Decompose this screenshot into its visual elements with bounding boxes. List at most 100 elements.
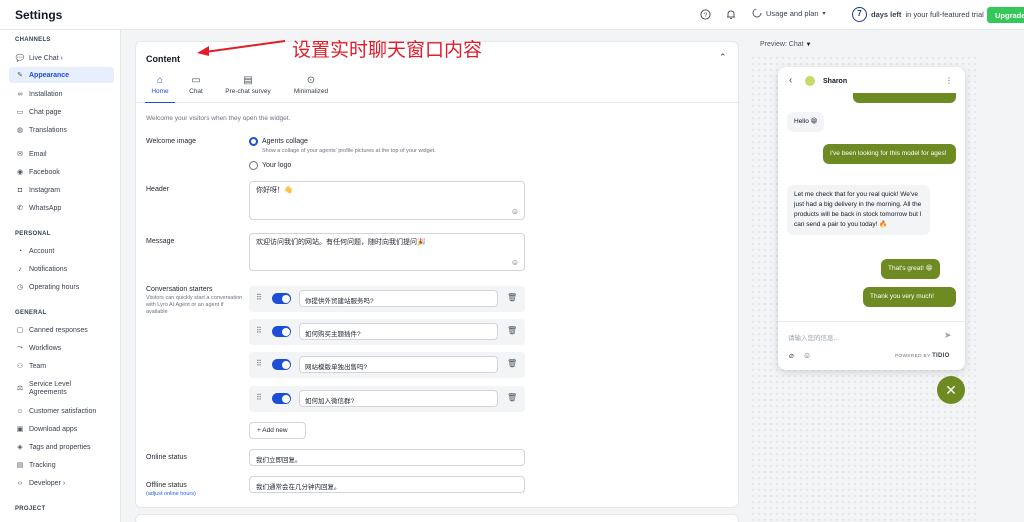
starter-toggle[interactable] (272, 359, 291, 370)
drag-handle-icon[interactable]: ⠿ (256, 293, 262, 302)
tab-chat[interactable]: ▭ Chat (183, 72, 209, 103)
sidebar-item-notifications[interactable]: ♪ Notifications (9, 261, 114, 277)
sidebar-item-account[interactable]: ◔ Account (9, 243, 114, 259)
sidebar-item-facebook[interactable]: ◉ Facebook (9, 164, 114, 180)
emoji-icon[interactable]: ☺ (511, 207, 519, 216)
globe-icon: ◍ (16, 127, 24, 134)
whatsapp-icon: ✆ (17, 205, 23, 212)
starter-input[interactable]: 如何购买主题插件? (299, 323, 498, 340)
sidebar-item-instagram[interactable]: ◘ Instagram (9, 182, 114, 198)
sidebar-section-general: GENERAL (15, 310, 47, 316)
message-value: 欢迎访问我们的网站。有任何问题，随时向我们提问🎉 (256, 239, 426, 246)
annotation-text: 设置实时聊天窗口内容 (292, 39, 483, 61)
sidebar-item-live-chat[interactable]: 💬 Live Chat › (9, 50, 114, 66)
tab-home[interactable]: ⌂ Home (145, 72, 175, 103)
radio-unchecked-icon (249, 161, 258, 170)
add-new-button[interactable]: + Add new (249, 422, 306, 439)
gauge-icon (752, 8, 762, 18)
sidebar-item-label: Operating hours (29, 283, 80, 291)
trash-icon[interactable]: 🗑 (507, 393, 517, 402)
sidebar-item-chat-page[interactable]: ▭ Chat page (9, 104, 114, 120)
starter-row: ⠿ 网站模版单独出售吗? 🗑 (249, 352, 525, 378)
next-panel (135, 514, 739, 522)
sidebar-item-customer-satisfaction[interactable]: ☺ Customer satisfaction (9, 403, 114, 419)
drag-handle-icon[interactable]: ⠿ (256, 326, 262, 335)
starter-toggle[interactable] (272, 326, 291, 337)
starter-row: ⠿ 如何购买主题插件? 🗑 (249, 319, 525, 345)
facebook-icon: ◉ (16, 169, 24, 176)
drag-handle-icon[interactable]: ⠿ (256, 393, 262, 402)
chat-message-visitor: I've been looking for this model for age… (823, 144, 956, 164)
sidebar-item-sla[interactable]: ⚖ Service Level Agreements (9, 379, 114, 399)
sla-icon: ⚖ (16, 385, 24, 392)
sidebar-item-label: Service Level Agreements (29, 381, 72, 396)
sidebar-item-label: Installation (29, 90, 63, 98)
offline-status-label: Offline status (146, 482, 187, 489)
trial-days-text: days left (871, 10, 902, 19)
preview-selector[interactable]: Preview: Chat ▼ (760, 41, 811, 48)
starter-toggle[interactable] (272, 293, 291, 304)
chat-icon: 💬 (15, 55, 25, 62)
starter-input[interactable]: 如何加入微信群? (299, 390, 498, 407)
back-arrow-icon[interactable]: ‹ (789, 75, 792, 86)
sidebar-item-whatsapp[interactable]: ✆ WhatsApp (9, 200, 114, 216)
avatar (805, 76, 815, 86)
more-options-icon[interactable]: ⋮ (945, 76, 953, 85)
top-bar: Settings ? Usage and plan ▾ 7 days left … (0, 0, 1024, 30)
sidebar-item-developer[interactable]: ‹› Developer › (9, 475, 114, 491)
sidebar-item-operating-hours[interactable]: ◷ Operating hours (9, 279, 114, 295)
sidebar-item-workflows[interactable]: ⤳ Workflows (9, 340, 114, 356)
tag-icon: ◈ (17, 444, 23, 451)
sidebar-item-label: Canned responses (29, 326, 88, 334)
sidebar-item-translations[interactable]: ◍ Translations (9, 122, 114, 138)
link-icon: ∞ (17, 90, 23, 98)
tracking-icon: ▤ (16, 462, 24, 469)
offline-status-input[interactable]: 我们通常会在几分钟内回复。 (249, 476, 525, 493)
bell-icon[interactable] (725, 9, 737, 21)
trash-icon[interactable]: 🗑 (507, 326, 517, 335)
upgrade-button[interactable]: Upgrade (987, 7, 1024, 23)
tab-pre-chat-survey[interactable]: ▤ Pre-chat survey (220, 72, 276, 103)
sidebar-item-label: Appearance (29, 71, 70, 79)
powered-by-label: POWERED BY (895, 354, 931, 359)
sidebar-item-appearance[interactable]: ✎ Appearance (9, 67, 114, 83)
online-status-input[interactable]: 我们立即回复。 (249, 449, 525, 466)
message-input[interactable]: 请输入您的信息... (788, 332, 839, 342)
sidebar-item-tags-properties[interactable]: ◈ Tags and properties (9, 439, 114, 455)
radio-agents-collage[interactable]: Agents collage (249, 137, 308, 146)
send-icon[interactable]: ➤ (944, 330, 952, 341)
paperclip-icon[interactable]: ⌀ (789, 351, 794, 360)
radio-your-logo[interactable]: Your logo (249, 161, 291, 170)
chevron-up-icon[interactable]: ⌃ (719, 52, 727, 63)
chat-message-agent: Let me check that for you real quick! We… (787, 185, 930, 235)
sidebar-item-download-apps[interactable]: ▣ Download apps (9, 421, 114, 437)
starter-input[interactable]: 网站模版单独出售吗? (299, 356, 498, 373)
close-widget-button[interactable]: ✕ (937, 376, 965, 404)
sidebar-item-installation[interactable]: ∞ Installation (9, 86, 114, 102)
tab-minimalized[interactable]: ⊙ Minimalized (290, 72, 332, 103)
trash-icon[interactable]: 🗑 (507, 293, 517, 302)
user-icon: ◔ (17, 247, 23, 255)
sidebar-item-tracking[interactable]: ▤ Tracking (9, 457, 114, 473)
header-value: 你好呀！👋 (256, 187, 293, 194)
starter-toggle[interactable] (272, 393, 291, 404)
radio-label: Your logo (262, 162, 292, 169)
sidebar-item-canned-responses[interactable]: ▢ Canned responses (9, 322, 114, 338)
header-field[interactable]: 你好呀！👋 ☺ (249, 181, 525, 220)
sidebar-item-team[interactable]: ⚇ Team (9, 358, 114, 374)
mail-icon: ✉ (17, 151, 23, 158)
starter-input[interactable]: 你提供外贸建站服务吗? (299, 290, 498, 307)
message-field[interactable]: 欢迎访问我们的网站。有任何问题，随时向我们提问🎉 ☺ (249, 233, 525, 271)
trash-icon[interactable]: 🗑 (507, 359, 517, 368)
sidebar-item-label: WhatsApp (29, 204, 62, 212)
drag-handle-icon[interactable]: ⠿ (256, 359, 262, 368)
adjust-online-hours-link[interactable]: (adjust online hours) (146, 491, 246, 498)
question-icon[interactable]: ? (699, 9, 711, 21)
collage-hint: Show a collage of your agents' profile p… (262, 148, 436, 154)
bell-icon: ♪ (18, 265, 22, 273)
emoji-icon[interactable]: ☺ (803, 351, 811, 360)
tab-label: Home (151, 88, 169, 95)
emoji-icon[interactable]: ☺ (511, 258, 519, 267)
usage-plan-button[interactable]: Usage and plan ▾ (752, 8, 826, 18)
sidebar-item-email[interactable]: ✉ Email (9, 146, 114, 162)
